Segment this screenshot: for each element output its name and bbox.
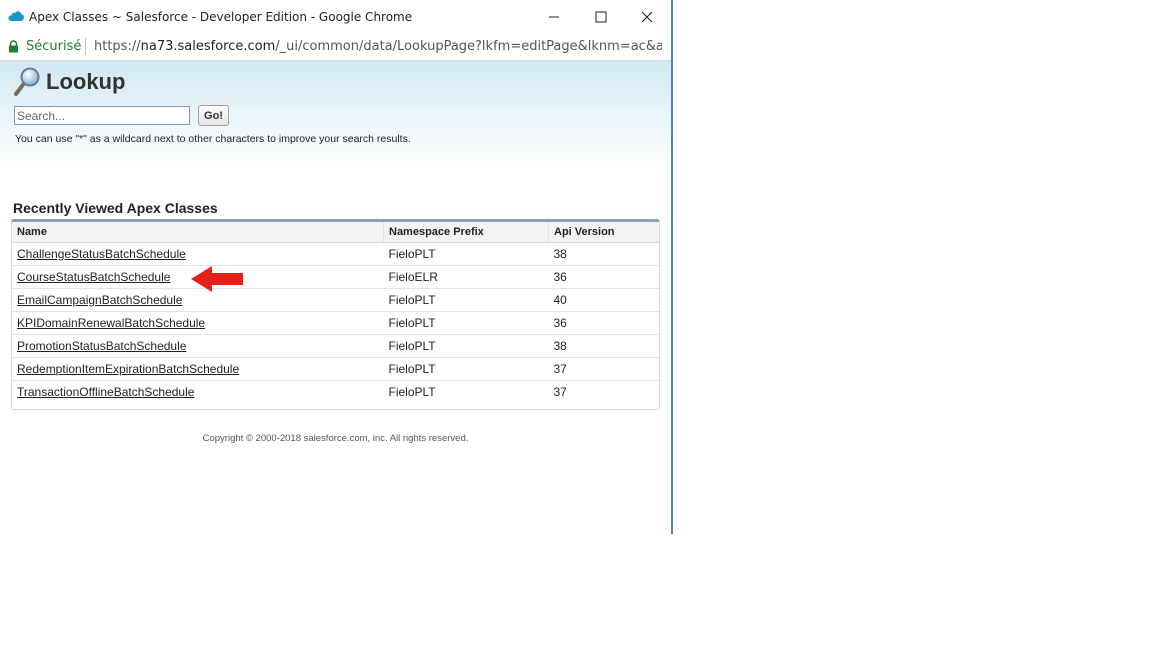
table-row: CourseStatusBatchSchedule FieloELR 36: [12, 265, 659, 289]
url-domain: na73.salesforce.com: [140, 39, 276, 54]
cell-api: 40: [548, 288, 659, 312]
address-separator: [85, 38, 86, 55]
apex-class-link[interactable]: TransactionOfflineBatchSchedule: [17, 385, 194, 399]
cell-prefix: FieloELR: [383, 265, 549, 289]
apex-class-link[interactable]: PromotionStatusBatchSchedule: [17, 339, 186, 353]
lookup-title: Lookup: [46, 69, 126, 94]
cell-api: 37: [548, 357, 659, 381]
cell-api: 38: [548, 334, 659, 358]
chrome-popup-window: Apex Classes ~ Salesforce - Developer Ed…: [0, 0, 673, 534]
red-arrow-icon: [191, 266, 243, 292]
minimize-button[interactable]: [540, 7, 568, 27]
close-icon: [641, 11, 653, 23]
cell-name: RedemptionItemExpirationBatchSchedule: [12, 357, 384, 381]
secure-label: Sécurisé: [26, 39, 82, 54]
cell-api: 38: [548, 242, 659, 266]
cell-prefix: FieloPLT: [383, 334, 549, 358]
lock-icon: [9, 40, 18, 53]
cell-name: ChallengeStatusBatchSchedule: [12, 242, 384, 266]
minimize-icon: [549, 16, 559, 18]
apex-class-link[interactable]: EmailCampaignBatchSchedule: [17, 293, 182, 307]
table-row: EmailCampaignBatchSchedule FieloPLT 40: [12, 288, 659, 312]
maximize-button[interactable]: [587, 7, 615, 27]
column-header-namespace[interactable]: Namespace Prefix: [383, 222, 549, 243]
cell-prefix: FieloPLT: [383, 288, 549, 312]
table-row: ChallengeStatusBatchSchedule FieloPLT 38: [12, 242, 659, 266]
cell-api: 36: [548, 311, 659, 335]
lookup-header: Lookup: [12, 67, 125, 97]
cell-api: 36: [548, 265, 659, 289]
cell-name: TransactionOfflineBatchSchedule: [12, 381, 384, 404]
cell-prefix: FieloPLT: [383, 311, 549, 335]
url-scheme: https://: [94, 39, 141, 54]
table-row: RedemptionItemExpirationBatchSchedule Fi…: [12, 357, 659, 381]
cell-prefix: FieloPLT: [383, 242, 549, 266]
window-title: Apex Classes ~ Salesforce - Developer Ed…: [29, 10, 413, 24]
table-row: KPIDomainRenewalBatchSchedule FieloPLT 3…: [12, 311, 659, 335]
maximize-icon: [595, 11, 607, 23]
table-row: TransactionOfflineBatchSchedule FieloPLT…: [12, 381, 659, 404]
apex-class-link[interactable]: CourseStatusBatchSchedule: [17, 270, 170, 284]
search-input[interactable]: [14, 106, 190, 125]
apex-class-link[interactable]: RedemptionItemExpirationBatchSchedule: [17, 362, 239, 376]
cell-prefix: FieloPLT: [383, 357, 549, 381]
close-button[interactable]: [633, 7, 661, 27]
url-path: /_ui/common/data/LookupPage?lkfm=editPag…: [275, 39, 662, 54]
apex-class-link[interactable]: KPIDomainRenewalBatchSchedule: [17, 316, 205, 330]
address-bar[interactable]: Sécurisé https://na73.salesforce.com/_ui…: [0, 34, 671, 61]
cell-name: PromotionStatusBatchSchedule: [12, 334, 384, 358]
magnifier-icon: [14, 67, 40, 96]
cell-api: 37: [553, 385, 567, 399]
wildcard-hint: You can use "*" as a wildcard next to ot…: [15, 133, 411, 145]
cell-name: KPIDomainRenewalBatchSchedule: [12, 311, 384, 335]
copyright-footer: Copyright © 2000-2018 salesforce.com, in…: [202, 433, 469, 444]
lookup-page: Lookup Go! You can use "*" as a wildcard…: [0, 61, 671, 534]
window-titlebar: Apex Classes ~ Salesforce - Developer Ed…: [0, 0, 671, 34]
column-header-api-version[interactable]: Api Version: [548, 222, 659, 243]
column-header-name[interactable]: Name: [12, 222, 384, 243]
salesforce-cloud-icon: [8, 11, 24, 21]
cell-prefix: FieloPLT: [388, 385, 436, 399]
table-row: PromotionStatusBatchSchedule FieloPLT 38: [12, 334, 659, 358]
go-button[interactable]: Go!: [198, 105, 229, 126]
apex-class-link[interactable]: ChallengeStatusBatchSchedule: [17, 247, 186, 261]
url-text[interactable]: https://na73.salesforce.com/_ui/common/d…: [94, 39, 662, 54]
table-header-row: Name Namespace Prefix Api Version: [12, 222, 659, 243]
recent-section-title: Recently Viewed Apex Classes: [13, 200, 218, 216]
recent-apex-table: Name Namespace Prefix Api Version Challe…: [11, 219, 660, 410]
